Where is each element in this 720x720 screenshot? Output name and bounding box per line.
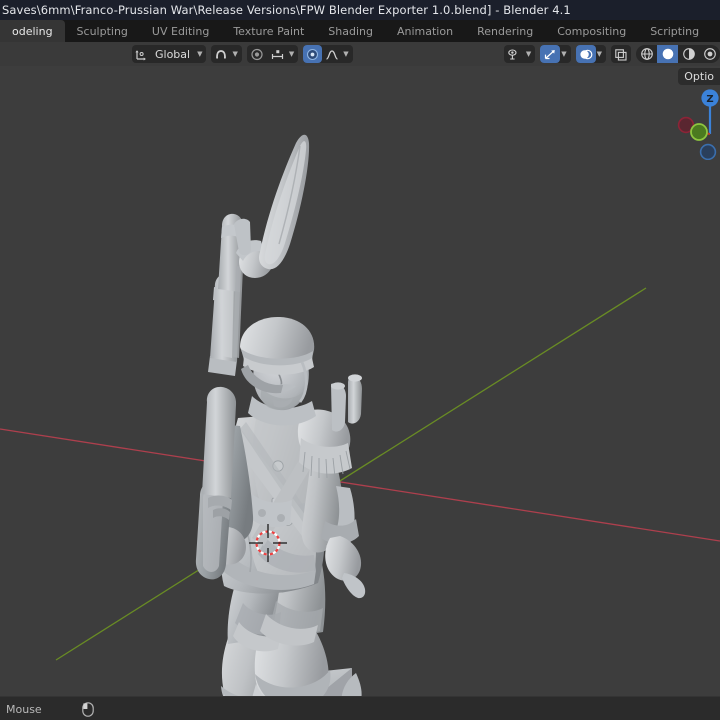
shading-material-preview-button[interactable]: [678, 45, 699, 63]
transform-orientation-group[interactable]: Global ▼: [132, 45, 206, 63]
overlays-group[interactable]: ▼: [576, 45, 606, 63]
gizmo-axis-neg-z: [701, 145, 716, 160]
xray-group[interactable]: [611, 45, 631, 63]
gizmo-group[interactable]: ▼: [540, 45, 570, 63]
tab-uv-editing[interactable]: UV Editing: [140, 20, 221, 42]
chevron-down-icon[interactable]: ▼: [596, 50, 606, 58]
viewport-header: Global ▼ ▼: [0, 42, 720, 66]
workspace-tabs: odeling Sculpting UV Editing Texture Pai…: [0, 20, 720, 42]
tab-texture-paint[interactable]: Texture Paint: [221, 20, 316, 42]
tab-rendering[interactable]: Rendering: [465, 20, 545, 42]
chevron-down-icon[interactable]: ▼: [288, 50, 298, 58]
tab-scripting[interactable]: Scripting: [638, 20, 711, 42]
gizmo-axis-z-label: Z: [706, 94, 713, 105]
statusbar: Mouse: [0, 696, 720, 720]
tab-sculpting[interactable]: Sculpting: [65, 20, 140, 42]
tab-label: UV Editing: [152, 25, 209, 38]
gizmo-icon[interactable]: [540, 45, 560, 63]
transform-orientation-label[interactable]: Global: [151, 45, 196, 63]
shading-modes-group[interactable]: [636, 45, 720, 63]
gizmo-axis-y: [691, 124, 707, 140]
object-visibility-icon[interactable]: [504, 45, 525, 63]
transform-orientation-icon: [132, 45, 151, 63]
snap-group[interactable]: ▼: [211, 45, 241, 63]
chevron-down-icon[interactable]: ▼: [342, 50, 352, 58]
miniature-model: [186, 135, 365, 696]
falloff-curve-icon[interactable]: [322, 45, 342, 63]
tab-label: Rendering: [477, 25, 533, 38]
shading-rendered-button[interactable]: [699, 45, 720, 63]
window-title: Saves\6mm\Franco-Prussian War\Release Ve…: [0, 3, 571, 17]
add-workspace-button[interactable]: +: [711, 20, 720, 42]
chevron-down-icon[interactable]: ▼: [196, 50, 206, 58]
window-titlebar: Saves\6mm\Franco-Prussian War\Release Ve…: [0, 0, 720, 20]
tab-modeling[interactable]: odeling: [0, 20, 65, 42]
proportional-falloff-toggle[interactable]: [303, 45, 322, 63]
shading-wireframe-button[interactable]: [636, 45, 657, 63]
object-visibility-group[interactable]: ▼: [504, 45, 535, 63]
blender-window: Saves\6mm\Franco-Prussian War\Release Ve…: [0, 0, 720, 720]
axis-line-x: [0, 429, 720, 541]
chevron-down-icon[interactable]: ▼: [231, 50, 241, 58]
model-pack-roll: [331, 374, 362, 431]
tab-animation[interactable]: Animation: [385, 20, 465, 42]
viewport-3d[interactable]: Optio Z: [0, 66, 720, 696]
toggle-xray-icon[interactable]: [611, 45, 631, 63]
tab-compositing[interactable]: Compositing: [545, 20, 638, 42]
tab-label: odeling: [12, 25, 53, 38]
tab-label: Shading: [328, 25, 373, 38]
statusbar-mouse-label: Mouse: [0, 703, 42, 716]
tab-shading[interactable]: Shading: [316, 20, 385, 42]
model-head: [240, 317, 314, 410]
viewport-options-button[interactable]: Optio: [678, 68, 720, 85]
snap-magnet-icon[interactable]: [211, 45, 231, 63]
tab-label: Animation: [397, 25, 453, 38]
overlays-icon[interactable]: [576, 45, 596, 63]
chevron-down-icon[interactable]: ▼: [525, 50, 535, 58]
tab-label: Scripting: [650, 25, 699, 38]
proportional-editing-group[interactable]: ▼: [247, 45, 298, 63]
chevron-down-icon[interactable]: ▼: [560, 50, 570, 58]
tab-label: Texture Paint: [233, 25, 304, 38]
tab-label: Compositing: [557, 25, 626, 38]
proportional-falloff-group[interactable]: ▼: [303, 45, 352, 63]
topbar: odeling Sculpting UV Editing Texture Pai…: [0, 20, 720, 42]
tab-label: Sculpting: [77, 25, 128, 38]
shading-solid-button[interactable]: [657, 45, 678, 63]
viewport-canvas: [0, 66, 720, 696]
snap-target-icon[interactable]: [267, 45, 288, 63]
navigation-gizmo[interactable]: Z: [674, 88, 720, 160]
mouse-icon: [82, 702, 94, 717]
axis-line-y: [56, 288, 646, 660]
proportional-editing-icon[interactable]: [247, 45, 267, 63]
